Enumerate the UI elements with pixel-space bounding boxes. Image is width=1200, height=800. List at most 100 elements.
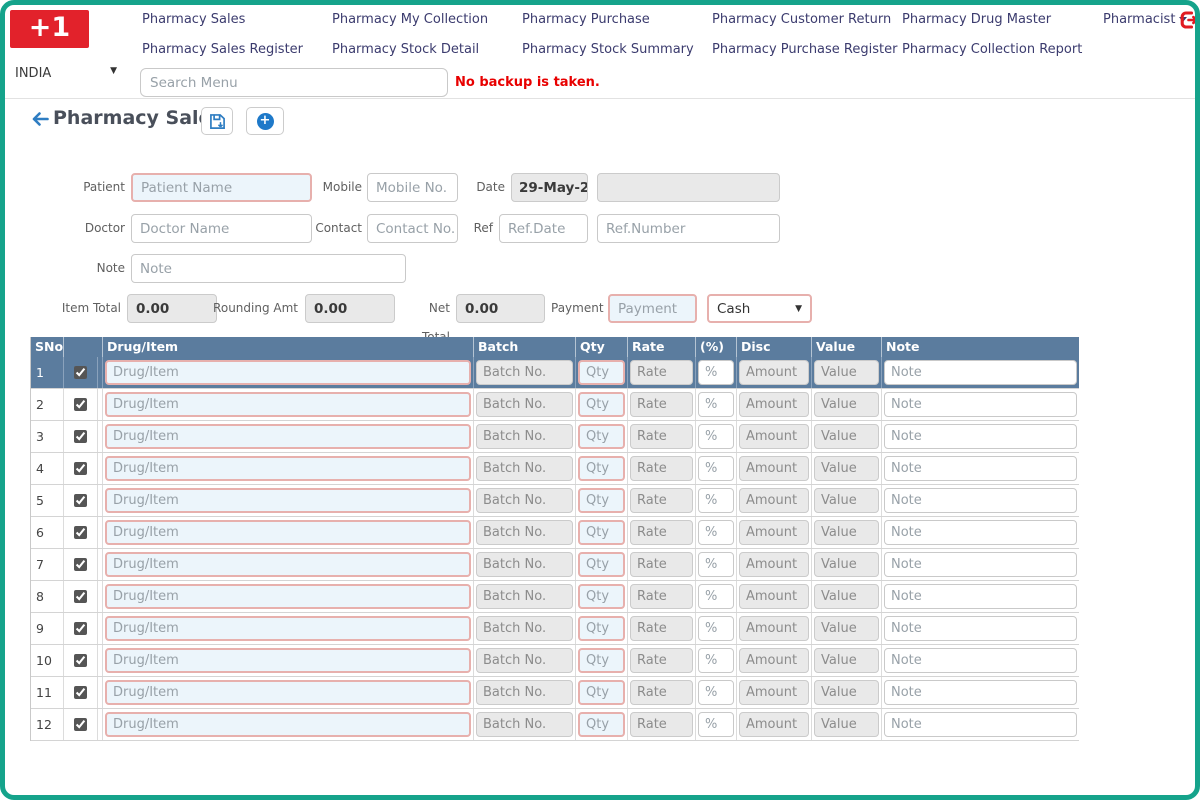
value-input [814,488,879,513]
discount-pct-input[interactable] [698,392,734,417]
row-checkbox[interactable] [74,462,87,475]
doctor-name-input[interactable] [131,214,312,243]
row-note-input[interactable] [884,424,1077,449]
discount-pct-input[interactable] [698,680,734,705]
app-logo[interactable]: +1 [10,10,89,48]
row-note-input[interactable] [884,392,1077,417]
qty-input[interactable] [578,680,625,705]
discount-pct-input[interactable] [698,584,734,609]
nav-item[interactable]: Pharmacy Collection Report [902,42,1092,57]
app-window: +1 Pharmacy SalesPharmacy My CollectionP… [0,0,1200,800]
drug-item-input[interactable] [105,712,471,737]
discount-pct-input[interactable] [698,520,734,545]
row-note-input[interactable] [884,488,1077,513]
row-note-input[interactable] [884,680,1077,705]
rate-input [630,584,693,609]
drug-item-input[interactable] [105,552,471,577]
payment-mode-select[interactable]: Cash ▼ [707,294,812,323]
nav-item[interactable]: Pharmacy Customer Return [712,12,902,27]
qty-input[interactable] [578,392,625,417]
discount-pct-input[interactable] [698,488,734,513]
row-checkbox[interactable] [74,494,87,507]
qty-input[interactable] [578,360,625,385]
row-note-input[interactable] [884,712,1077,737]
nav-item[interactable]: Pharmacy Purchase Register [712,42,902,57]
qty-input[interactable] [578,584,625,609]
rate-input [630,552,693,577]
discount-pct-input[interactable] [698,360,734,385]
row-checkbox[interactable] [74,686,87,699]
qty-input[interactable] [578,648,625,673]
qty-input[interactable] [578,520,625,545]
row-checkbox[interactable] [74,526,87,539]
row-checkbox[interactable] [74,366,87,379]
drug-item-input[interactable] [105,520,471,545]
items-table-header: SNo Drug/Item Batch Qty Rate (%) Disc Va… [31,337,1079,357]
col-header-qty: Qty [576,337,628,357]
discount-amount-input [739,712,809,737]
row-note-input[interactable] [884,360,1077,385]
discount-pct-input[interactable] [698,648,734,673]
row-note-input[interactable] [884,584,1077,609]
discount-pct-input[interactable] [698,712,734,737]
mobile-input[interactable] [367,173,458,202]
row-note-input[interactable] [884,456,1077,481]
patient-name-input[interactable] [131,173,312,202]
nav-item[interactable]: Pharmacy Stock Detail [332,42,522,57]
col-header-check [64,337,103,357]
rate-input [630,520,693,545]
drug-item-input[interactable] [105,584,471,609]
row-checkbox[interactable] [74,430,87,443]
discount-pct-input[interactable] [698,616,734,641]
drug-item-input[interactable] [105,680,471,705]
nav-item[interactable]: Pharmacy Sales Register [142,42,332,57]
qty-input[interactable] [578,712,625,737]
row-note-input[interactable] [884,552,1077,577]
drug-item-input[interactable] [105,424,471,449]
qty-input[interactable] [578,456,625,481]
discount-pct-input[interactable] [698,552,734,577]
row-note-input[interactable] [884,616,1077,641]
logout-button[interactable] [1179,10,1199,30]
row-checkbox[interactable] [74,622,87,635]
save-button[interactable] [201,107,233,135]
row-note-input[interactable] [884,520,1077,545]
table-row: 4 [31,453,1079,485]
row-sno: 5 [31,485,64,516]
back-button[interactable] [32,111,49,130]
nav-item[interactable]: Pharmacy Drug Master [902,12,1092,27]
discount-pct-input[interactable] [698,424,734,449]
row-checkbox[interactable] [74,654,87,667]
value-input [814,648,879,673]
row-note-input[interactable] [884,648,1077,673]
nav-item[interactable]: Pharmacy My Collection [332,12,522,27]
contact-input[interactable] [367,214,458,243]
ref-number-input[interactable] [597,214,780,243]
row-checkbox[interactable] [74,398,87,411]
row-checkbox[interactable] [74,558,87,571]
nav-item[interactable]: Pharmacy Purchase [522,12,712,27]
note-input[interactable] [131,254,406,283]
row-checkbox[interactable] [74,590,87,603]
table-row: 5 [31,485,1079,517]
country-select[interactable]: INDIA ▼ [15,66,117,81]
payment-input[interactable] [608,294,697,323]
add-row-button[interactable]: + [246,107,284,135]
drug-item-input[interactable] [105,648,471,673]
qty-input[interactable] [578,424,625,449]
user-menu-pharmacist[interactable]: Pharmacist [1103,12,1187,27]
drug-item-input[interactable] [105,456,471,481]
discount-pct-input[interactable] [698,456,734,481]
drug-item-input[interactable] [105,488,471,513]
qty-input[interactable] [578,488,625,513]
qty-input[interactable] [578,616,625,641]
row-checkbox[interactable] [74,718,87,731]
drug-item-input[interactable] [105,360,471,385]
ref-date-input[interactable] [499,214,588,243]
nav-item[interactable]: Pharmacy Sales [142,12,332,27]
drug-item-input[interactable] [105,392,471,417]
search-menu-input[interactable] [140,68,448,97]
qty-input[interactable] [578,552,625,577]
drug-item-input[interactable] [105,616,471,641]
nav-item[interactable]: Pharmacy Stock Summary [522,42,712,57]
